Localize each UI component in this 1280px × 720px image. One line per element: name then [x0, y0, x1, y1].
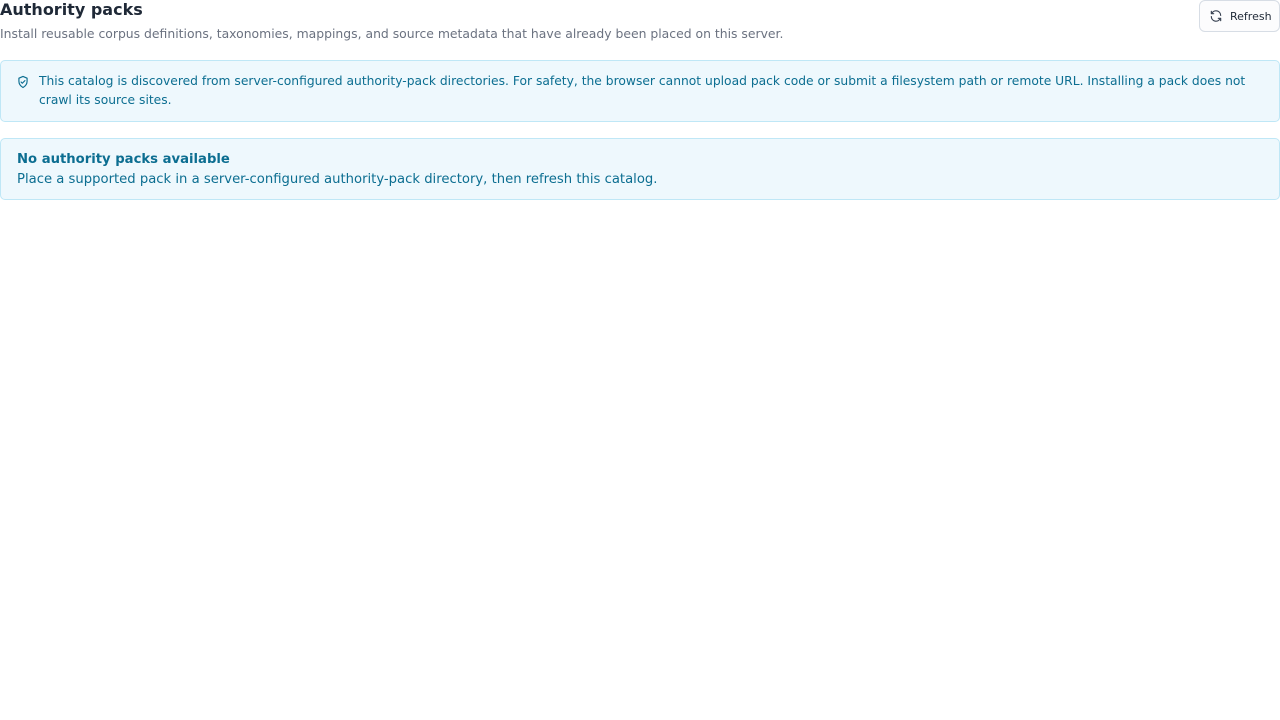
safety-notice-text: This catalog is discovered from server-c… — [39, 74, 1246, 107]
authority-packs-page: Authority packs Install reusable corpus … — [0, 0, 1280, 720]
shield-check-icon — [16, 75, 30, 89]
page-header: Authority packs Install reusable corpus … — [0, 0, 1280, 60]
refresh-button[interactable]: Refresh — [1199, 0, 1280, 32]
page-title: Authority packs — [0, 0, 143, 19]
empty-state: No authority packs available Place a sup… — [0, 138, 1280, 200]
refresh-button-label: Refresh — [1230, 9, 1272, 23]
refresh-icon — [1209, 9, 1223, 23]
safety-notice: This catalog is discovered from server-c… — [0, 60, 1280, 122]
page-subtitle: Install reusable corpus definitions, tax… — [0, 26, 784, 41]
empty-state-title: No authority packs available — [17, 152, 230, 167]
empty-state-description: Place a supported pack in a server-confi… — [17, 172, 658, 187]
